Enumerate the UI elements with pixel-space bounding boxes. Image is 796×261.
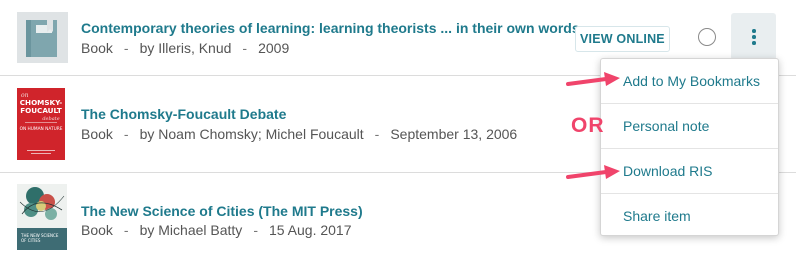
result-meta: Book - by Michael Batty -15 Aug. 2017	[81, 222, 352, 238]
result-type: Book	[81, 126, 113, 142]
radio-circle-icon[interactable]	[698, 28, 716, 46]
result-date: 15 Aug. 2017	[268, 222, 352, 238]
result-title-link[interactable]: The New Science of Cities (The MIT Press…	[81, 203, 363, 219]
result-title-link[interactable]: The Chomsky-Foucault Debate	[81, 106, 286, 122]
cover-line2: FOUCAULT	[20, 106, 62, 115]
menu-item-download-ris[interactable]: Download RIS	[601, 149, 778, 193]
or-annotation: OR	[571, 114, 605, 137]
menu-item-personal-note[interactable]: Personal note	[601, 104, 778, 148]
menu-item-label: Download RIS	[623, 163, 713, 179]
book-cover-new-science-of-cities[interactable]: THE NEW SCIENCE OF CITIES	[17, 184, 67, 250]
result-author: by Michael Batty	[139, 222, 243, 238]
menu-item-label: Add to My Bookmarks	[623, 73, 760, 89]
cover-small-mid: debate	[42, 116, 59, 122]
book-placeholder-icon[interactable]	[17, 12, 68, 63]
more-vertical-icon[interactable]	[731, 13, 776, 60]
result-date: 2009	[258, 40, 290, 56]
menu-item-add-to-bookmarks[interactable]: Add to My Bookmarks	[601, 59, 778, 103]
result-date: September 13, 2006	[390, 126, 518, 142]
result-author: by Noam Chomsky; Michel Foucault	[139, 126, 364, 142]
arrow-annotation-icon	[566, 72, 620, 86]
result-type: Book	[81, 222, 113, 238]
result-type: Book	[81, 40, 113, 56]
menu-item-share[interactable]: Share item	[601, 194, 778, 238]
result-meta: Book - by Noam Chomsky; Michel Foucault - Se…	[81, 126, 518, 142]
arrow-annotation-icon	[566, 165, 620, 179]
result-meta: Book - by Illeris, Knud -2009	[81, 40, 290, 56]
result-author: by Illeris, Knud	[139, 40, 232, 56]
result-title-link[interactable]: Contemporary theories of learning: learn…	[81, 20, 580, 36]
book-cover-chomsky-foucault[interactable]: on CHOMSKY- FOUCAULT debate ON HUMAN NAT…	[17, 88, 65, 160]
menu-item-label: Share item	[623, 208, 691, 224]
actions-dropdown-menu: Add to My Bookmarks Personal note Downlo…	[600, 58, 779, 236]
cover-subtitle: ON HUMAN NATURE	[20, 126, 63, 132]
menu-item-label: Personal note	[623, 118, 710, 134]
cover-text2: OF CITIES	[21, 238, 41, 243]
view-online-button[interactable]: VIEW ONLINE	[575, 26, 670, 52]
